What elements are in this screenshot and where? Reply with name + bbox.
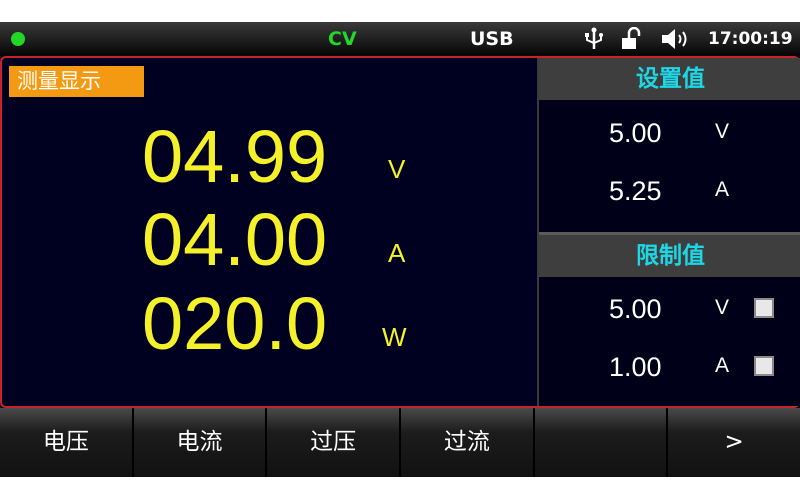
set-voltage-value[interactable]: 5.00	[609, 118, 662, 149]
settings-limits-panel: 设置值 5.00 V 5.25 A 限制值 5.00 V 1.00 A	[537, 58, 800, 406]
status-bar: CV USB 17:00:19	[0, 22, 800, 56]
voltage-unit: V	[388, 154, 406, 184]
softkey-overvoltage[interactable]: 过压	[267, 408, 402, 477]
current-reading: 04.00	[142, 198, 328, 281]
limits-title: 限制值	[539, 235, 800, 277]
set-current-value[interactable]: 5.25	[609, 176, 662, 207]
measurement-panel: 测量显示 04.99 V 04.00 A 020.0 W 设置值 5.00 V …	[0, 56, 800, 408]
instrument-screen: CV USB 17:00:19 测量显示 04.99 V 04.00 A 020…	[0, 22, 800, 477]
softkey-next-page[interactable]: >	[668, 408, 800, 477]
settings-title: 设置值	[539, 58, 800, 100]
interface-indicator: USB	[470, 28, 514, 50]
softkey-voltage[interactable]: 电压	[0, 408, 134, 477]
softkey-bar: 电压 电流 过压 过流 >	[0, 408, 800, 477]
current-unit: A	[388, 238, 406, 268]
limit-current-unit: A	[715, 354, 730, 377]
softkey-current[interactable]: 电流	[133, 408, 268, 477]
unlock-icon	[620, 26, 642, 56]
limit-voltage-checkbox[interactable]	[754, 298, 774, 318]
clock: 17:00:19	[708, 29, 793, 49]
power-reading: 020.0	[142, 282, 328, 365]
softkey-overcurrent[interactable]: 过流	[401, 408, 535, 477]
limit-voltage-value[interactable]: 5.00	[609, 294, 662, 325]
limit-voltage-unit: V	[715, 296, 730, 319]
set-current-unit: A	[715, 178, 730, 201]
power-unit: W	[382, 322, 407, 352]
measurement-label: 测量显示	[9, 66, 144, 97]
speaker-icon	[660, 27, 690, 56]
mode-indicator: CV	[328, 28, 357, 50]
output-status-led	[11, 32, 25, 46]
softkey-blank[interactable]	[534, 408, 669, 477]
usb-symbol-icon	[583, 27, 605, 56]
limit-current-checkbox[interactable]	[754, 356, 774, 376]
voltage-reading: 04.99	[142, 115, 328, 198]
set-voltage-unit: V	[715, 120, 730, 143]
limit-current-value[interactable]: 1.00	[609, 352, 662, 383]
